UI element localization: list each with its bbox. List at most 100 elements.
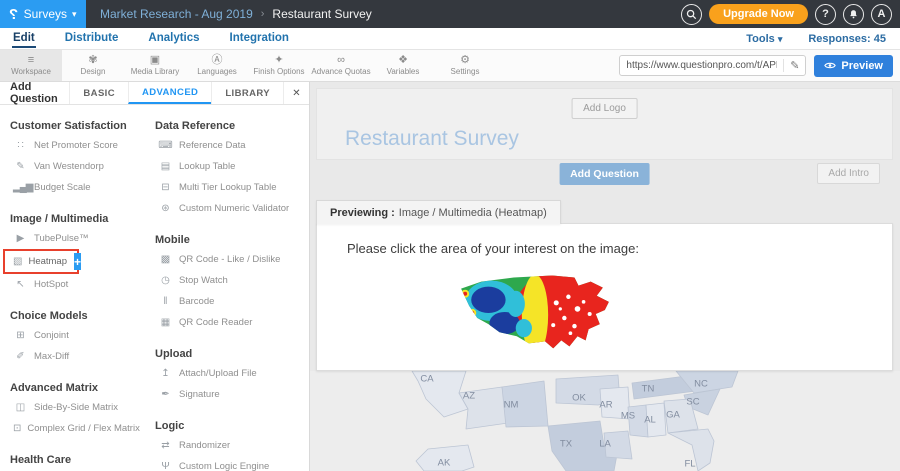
side-by-side-icon: ◫	[13, 402, 27, 413]
question-type-item[interactable]: ‖Barcode	[148, 291, 306, 312]
state-label-la: LA	[599, 439, 611, 450]
question-type-item[interactable]: ✒Signature	[148, 384, 306, 405]
upgrade-now-button[interactable]: Upgrade Now	[709, 4, 808, 24]
question-type-item[interactable]: ∷Net Promoter Score	[3, 135, 142, 156]
state-label-nm: NM	[504, 400, 519, 411]
add-intro-button[interactable]: Add Intro	[817, 163, 880, 184]
search-button[interactable]	[681, 4, 702, 25]
usa-heatmap-image	[455, 267, 617, 363]
complex-grid-icon: ⊡	[13, 423, 20, 434]
palette-icon: ✾	[88, 55, 97, 66]
question-type-item[interactable]: ◫ Side-By-Side Matrix	[3, 397, 142, 418]
previewing-value: Image / Multimedia (Heatmap)	[399, 207, 547, 219]
question-section: Health Care▣Homunculus Question	[0, 450, 145, 471]
panel-title: Add Question	[0, 82, 69, 104]
question-type-item[interactable]: ΨCustom Logic Engine	[148, 456, 306, 471]
section-title: Customer Satisfaction	[0, 116, 145, 135]
question-type-item[interactable]: ⌨Reference Data	[148, 135, 306, 156]
toolbar-item-workspace[interactable]: ≡Workspace	[0, 50, 62, 81]
add-question-panel: Add Question BASICADVANCEDLIBRARY ✕ Cust…	[0, 82, 310, 471]
survey-url-input[interactable]	[620, 60, 783, 71]
tab-basic[interactable]: BASIC	[69, 82, 128, 104]
question-type-item[interactable]: ⊛Custom Numeric Validator	[148, 198, 306, 219]
question-type-item[interactable]: ✎Van Westendorp	[3, 156, 142, 177]
state-label-al: AL	[644, 415, 656, 426]
state-label-nc: NC	[694, 379, 708, 390]
state-label-sc: SC	[686, 397, 699, 408]
video-icon: ▶	[13, 233, 27, 244]
tools-menu[interactable]: Tools ▾	[746, 33, 782, 45]
question-type-label: Attach/Upload File	[179, 368, 257, 379]
keyboard-icon: ⌨	[158, 140, 172, 151]
question-type-item[interactable]: ↥ Attach/Upload File	[148, 363, 306, 384]
toolbar-item-languages[interactable]: ⒶLanguages	[186, 50, 248, 81]
section-tabs: Edit Distribute Analytics Integration	[0, 29, 290, 48]
question-section: Logic⇄RandomizerΨCustom Logic Engine	[145, 416, 309, 471]
question-section: Advanced Matrix◫Side-By-Side Matrix⊡Comp…	[0, 378, 145, 439]
question-section: Customer Satisfaction∷Net Promoter Score…	[0, 116, 145, 198]
question-type-item[interactable]: ↖HotSpot	[3, 274, 142, 295]
question-type-item[interactable]: ▩QR Code - Like / Dislike	[148, 249, 306, 270]
state-label-ca: CA	[420, 374, 433, 385]
toolbar-item-label: Design	[81, 67, 106, 76]
question-type-label: Randomizer	[179, 440, 230, 451]
toolbar-item-label: Advance Quotas	[311, 67, 370, 76]
section-title: Health Care	[0, 450, 145, 469]
shuffle-icon: ⇄	[158, 440, 172, 451]
survey-title[interactable]: Restaurant Survey	[345, 127, 519, 151]
question-type-item[interactable]: ▤Lookup Table	[148, 156, 306, 177]
toolbar-item-media-library[interactable]: ▣Media Library	[124, 50, 186, 81]
nav-tab-distribute[interactable]: Distribute	[64, 29, 120, 48]
toolbar-item-settings[interactable]: ⚙Settings	[434, 50, 496, 81]
question-type-item[interactable]: ▧Heatmap+	[3, 249, 79, 274]
toolbar-item-design[interactable]: ✾Design	[62, 50, 124, 81]
state-label-ar: AR	[599, 400, 612, 411]
add-logo-button[interactable]: Add Logo	[571, 98, 638, 119]
state-label-ok: OK	[572, 393, 586, 404]
bar-scale-icon: ▂▄▆	[13, 182, 27, 193]
toolbar-item-label: Variables	[387, 67, 420, 76]
brand-menu[interactable]: ? Surveys ▾	[0, 0, 86, 28]
us-map-shapes	[316, 371, 900, 471]
avatar[interactable]: A	[871, 4, 892, 25]
breadcrumb: Market Research - Aug 2019 › Restaurant …	[100, 7, 372, 21]
breadcrumb-folder[interactable]: Market Research - Aug 2019	[100, 7, 253, 21]
toolbar-item-advance-quotas[interactable]: ∞Advance Quotas	[310, 50, 372, 81]
toolbar-item-finish-options[interactable]: ✦Finish Options	[248, 50, 310, 81]
state-label-tx: TX	[560, 439, 572, 450]
heatmap-question-image[interactable]	[455, 267, 617, 363]
add-question-button[interactable]: Add Question	[559, 163, 650, 185]
question-type-item[interactable]: ⇄ Randomizer	[148, 435, 306, 456]
question-type-label: Side-By-Side Matrix	[34, 402, 118, 413]
state-label-az: AZ	[463, 391, 475, 402]
question-section: Choice Models⊞Conjoint✐Max-Diff	[0, 306, 145, 367]
add-heatmap-plus-button[interactable]: +	[74, 253, 81, 270]
question-column-left: Customer Satisfaction∷Net Promoter Score…	[0, 105, 145, 471]
tab-library[interactable]: LIBRARY	[211, 82, 283, 104]
question-type-item[interactable]: ⊡Complex Grid / Flex Matrix	[3, 418, 142, 439]
question-type-label: Lookup Table	[179, 161, 235, 172]
question-type-item[interactable]: ▦QR Code Reader	[148, 312, 306, 333]
help-button[interactable]: ?	[815, 4, 836, 25]
question-type-item[interactable]: ⊞Conjoint	[3, 325, 142, 346]
notifications-button[interactable]	[843, 4, 864, 25]
image-icon: ▣	[150, 55, 160, 66]
question-type-item[interactable]: ◷Stop Watch	[148, 270, 306, 291]
upload-icon: ↥	[158, 368, 172, 379]
nav-tab-edit[interactable]: Edit	[12, 29, 36, 48]
nav-tab-integration[interactable]: Integration	[229, 29, 290, 48]
breadcrumb-survey: Restaurant Survey	[272, 7, 371, 21]
responses-count[interactable]: Responses: 45	[808, 33, 886, 45]
edit-url-icon[interactable]: ✎	[783, 59, 805, 72]
close-panel-button[interactable]: ✕	[283, 82, 309, 104]
question-type-item[interactable]: ✐Max-Diff	[3, 346, 142, 367]
toolbar-item-variables[interactable]: ❖Variables	[372, 50, 434, 81]
question-type-item[interactable]: ▂▄▆Budget Scale	[3, 177, 142, 198]
question-type-label: QR Code - Like / Dislike	[179, 254, 280, 265]
question-type-item[interactable]: ⊟Multi Tier Lookup Table	[148, 177, 306, 198]
preview-button[interactable]: Preview	[814, 55, 893, 77]
nav-tab-analytics[interactable]: Analytics	[147, 29, 200, 48]
question-type-item[interactable]: ▶TubePulse™	[3, 228, 142, 249]
tier-table-icon: ⊟	[158, 182, 172, 193]
tab-advanced[interactable]: ADVANCED	[128, 82, 211, 104]
